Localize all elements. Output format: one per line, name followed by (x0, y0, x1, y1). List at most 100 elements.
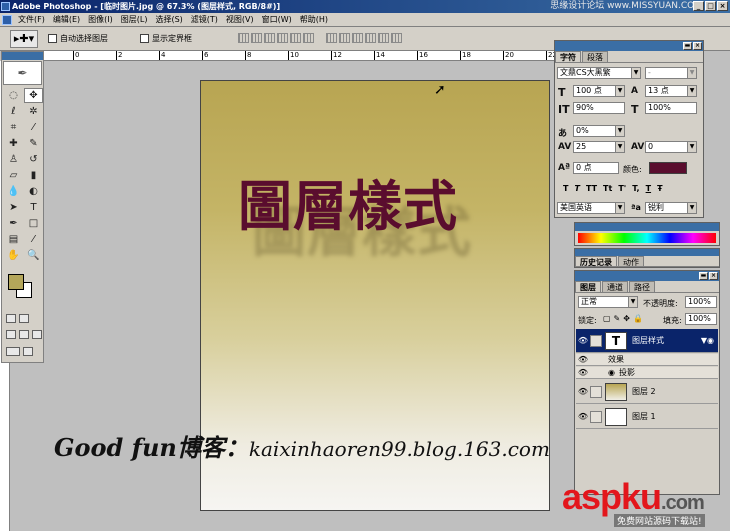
panel-minimize-button[interactable]: ▬ (683, 42, 692, 50)
distribute-left-icon[interactable] (365, 33, 376, 43)
distribute-vcenter-icon[interactable] (339, 33, 350, 43)
effects-visibility-eye-icon[interactable]: 👁 (576, 355, 590, 364)
eraser-tool-icon[interactable]: ▱ (4, 168, 23, 183)
menu-layer[interactable]: 图层(L) (117, 13, 152, 27)
screen-mode-standard-icon[interactable] (6, 330, 16, 339)
notes-tool-icon[interactable]: ▤ (4, 232, 23, 247)
layer-effects-row[interactable]: 👁 效果 (576, 354, 718, 366)
blend-mode-select[interactable]: 正常 ▼ (578, 296, 638, 308)
menu-filter[interactable]: 滤镜(T) (187, 13, 222, 27)
move-tool-preset-picker[interactable]: ▸✚▾ (10, 30, 38, 48)
all-caps-button[interactable]: TT (586, 184, 597, 193)
auto-select-checkbox[interactable] (48, 34, 57, 43)
minimize-button[interactable]: _ (693, 1, 704, 11)
kerning-field[interactable]: 25 ▼ (573, 141, 625, 153)
slice-tool-icon[interactable]: ⁄ (24, 120, 43, 135)
text-color-swatch[interactable] (649, 162, 687, 174)
strikethrough-button[interactable]: Ŧ (657, 184, 662, 193)
layers-panel-title-bar[interactable]: ▬ × (575, 271, 719, 281)
type-tool-icon[interactable]: T (24, 200, 43, 215)
fill-field[interactable]: 100% (685, 313, 717, 325)
menu-image[interactable]: 图像(I) (84, 13, 117, 27)
underline-button[interactable]: T (646, 184, 651, 193)
jump-to-imageready-icon[interactable] (6, 347, 20, 356)
close-button[interactable]: × (717, 1, 728, 11)
document-icon[interactable] (2, 14, 12, 25)
blur-tool-icon[interactable]: 💧 (4, 184, 23, 199)
visibility-eye-icon[interactable]: 👁 (576, 336, 590, 345)
swatches-panel-title-bar[interactable] (575, 223, 719, 231)
tab-history[interactable]: 历史记录 (575, 256, 617, 267)
gradient-tool-icon[interactable]: ▮ (24, 168, 43, 183)
align-right-icon[interactable] (303, 33, 314, 43)
faux-italic-button[interactable]: T (574, 184, 579, 193)
layer-row-gradient[interactable]: 👁 图层 2 (576, 380, 718, 404)
pen-tool-icon[interactable]: ✒ (4, 216, 23, 231)
standard-mode-icon[interactable] (6, 314, 16, 323)
healing-brush-icon[interactable]: ✚ (4, 136, 23, 151)
layer2-visibility-eye-icon[interactable]: 👁 (576, 387, 590, 396)
maximize-button[interactable]: □ (705, 1, 716, 11)
lock-icons[interactable]: ▢✎✥🔒 (603, 314, 646, 323)
lasso-tool-icon[interactable]: ℓ (4, 104, 23, 119)
layer-row-text[interactable]: 👁 T 图层样式 ▼◉ (576, 329, 718, 353)
font-size-field[interactable]: 100 点 ▼ (573, 85, 625, 97)
tab-channels[interactable]: 通道 (602, 281, 628, 292)
screen-mode-full-icon[interactable] (32, 330, 42, 339)
horizontal-scale-field[interactable]: 100% (645, 102, 697, 114)
shape-tool-icon[interactable]: □ (24, 216, 43, 231)
layer-brush-icon[interactable] (590, 334, 602, 347)
layer2-link-box[interactable] (590, 385, 602, 398)
tab-layers[interactable]: 图层 (575, 281, 601, 292)
shadow-visibility-eye-icon[interactable]: 👁 (576, 368, 590, 377)
crop-tool-icon[interactable]: ⌗ (4, 120, 23, 135)
layer-effects-icon[interactable]: ▼◉ (701, 336, 714, 345)
hand-tool-icon[interactable]: ✋ (4, 248, 23, 263)
align-vcenter-icon[interactable] (251, 33, 262, 43)
zoom-tool-icon[interactable]: 🔍 (24, 248, 43, 263)
superscript-button[interactable]: T' (618, 184, 626, 193)
vertical-scale-field[interactable]: 90% (573, 102, 625, 114)
small-caps-button[interactable]: Tt (603, 184, 612, 193)
clone-stamp-icon[interactable]: ♙ (4, 152, 23, 167)
dodge-tool-icon[interactable]: ◐ (24, 184, 43, 199)
character-panel-title-bar[interactable]: ▬ × (555, 41, 703, 51)
history-panel-title-bar[interactable] (575, 249, 719, 256)
foreground-color-swatch[interactable] (8, 274, 24, 290)
marquee-tool-icon[interactable]: ◌ (4, 88, 23, 103)
layers-minimize-button[interactable]: ▬ (699, 272, 708, 280)
heading-text-layer[interactable]: 圖層樣式 (238, 162, 458, 241)
tab-paragraph[interactable]: 段落 (582, 51, 608, 62)
feather-logo-icon[interactable]: ✒ (3, 61, 42, 85)
history-brush-icon[interactable]: ↺ (24, 152, 43, 167)
tab-character[interactable]: 字符 (555, 51, 581, 62)
path-select-icon[interactable]: ➤ (4, 200, 23, 215)
font-style-select[interactable]: - ▼ (645, 67, 697, 79)
screen-mode-full-menu-icon[interactable] (19, 330, 29, 339)
font-family-select[interactable]: 文鼎CS大黑繁 ▼ (557, 67, 641, 79)
tracking-percent-field[interactable]: 0% ▼ (573, 125, 625, 137)
language-select[interactable]: 美国英语 ▼ (557, 202, 625, 214)
menu-edit[interactable]: 编辑(E) (49, 13, 84, 27)
distribute-hcenter-icon[interactable] (378, 33, 389, 43)
quickmask-mode-icon[interactable] (19, 314, 29, 323)
eyedropper-icon[interactable]: ⁄ (24, 232, 43, 247)
menu-file[interactable]: 文件(F) (14, 13, 49, 27)
antialias-select[interactable]: 锐利 ▼ (645, 202, 697, 214)
menu-view[interactable]: 视图(V) (222, 13, 258, 27)
align-hcenter-icon[interactable] (290, 33, 301, 43)
tab-paths[interactable]: 路径 (629, 281, 655, 292)
baseline-shift-field[interactable]: 0 点 (573, 162, 619, 174)
align-top-icon[interactable] (238, 33, 249, 43)
toolbox-title-bar[interactable] (2, 52, 43, 60)
tracking-field[interactable]: 0 ▼ (645, 141, 697, 153)
tab-actions[interactable]: 动作 (618, 256, 644, 267)
show-bounds-checkbox[interactable] (140, 34, 149, 43)
faux-bold-button[interactable]: T (563, 184, 568, 193)
magic-wand-icon[interactable]: ✲ (24, 104, 43, 119)
layer-row-white[interactable]: 👁 图层 1 (576, 405, 718, 429)
layer-effect-drop-shadow[interactable]: 👁 ◉ 投影 (576, 367, 718, 379)
check-icon[interactable] (23, 347, 33, 356)
layer1-visibility-eye-icon[interactable]: 👁 (576, 412, 590, 421)
panel-close-button[interactable]: × (693, 42, 702, 50)
